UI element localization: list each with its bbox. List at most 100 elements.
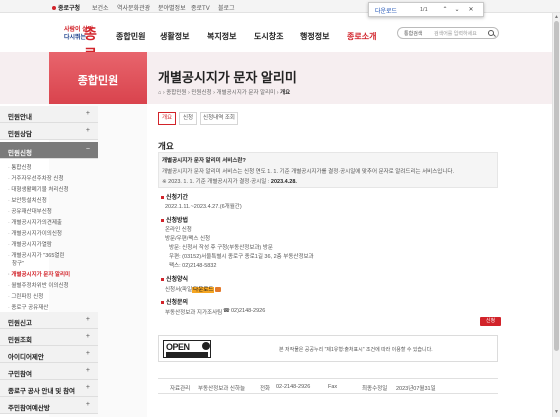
submenu-item[interactable]: 개별공시지가 "365열린 — [8, 251, 64, 259]
kogl-open-logo[interactable]: OPEN — [163, 340, 211, 358]
expand-icon: + — [85, 350, 90, 357]
find-prev-icon[interactable]: ⌃ — [441, 6, 449, 14]
period-heading: 신청기간 — [161, 192, 188, 201]
search-icon[interactable] — [488, 30, 494, 36]
menu-label: 민원조회 — [8, 337, 32, 344]
menu-participation[interactable]: 구민참여 + — [0, 363, 98, 380]
top-link-tv[interactable]: 종로TV — [191, 3, 210, 12]
breadcrumb-3[interactable]: 개별공시지가 문자 알리미 — [217, 90, 276, 96]
find-close-icon[interactable]: ✕ — [467, 6, 475, 14]
expand-icon: + — [85, 401, 90, 408]
menu-civil-report[interactable]: 민원신고 + — [0, 312, 98, 329]
scroll-thumb[interactable] — [554, 21, 559, 351]
page-scrollbar[interactable]: ▲ ▼ — [552, 13, 560, 417]
gnb-city[interactable]: 도시창조 — [254, 31, 283, 42]
intro-title: 개별공시지가 문자 알리미 서비스란? — [162, 158, 246, 164]
inquiry-phone: 02)2148-2926 — [231, 308, 266, 314]
menu-label: 민원안내 — [8, 114, 32, 121]
find-next-icon[interactable]: ⌄ — [453, 6, 461, 14]
find-query[interactable]: 다운로드 — [375, 6, 397, 15]
submenu-item[interactable]: 거주자우선주차장 신청 — [8, 174, 63, 182]
home-link[interactable]: 종로구청 — [52, 3, 80, 12]
open-license-box: OPEN 본 저작물은 공공누리 "제1유형:출처표시" 조건에 따라 이용할 … — [158, 335, 498, 362]
menu-civil-guide[interactable]: 민원안내 + — [0, 106, 98, 123]
tel-label: 전화 — [260, 386, 271, 392]
search-scope-select[interactable]: 통합검색 — [404, 30, 422, 37]
gnb-life[interactable]: 생활정보 — [160, 31, 189, 42]
menu-label: 민원신고 — [8, 320, 32, 327]
top-link-fields[interactable]: 분야별정보 — [158, 3, 186, 12]
method-item: 방문/우편/팩스 신청 — [165, 236, 211, 242]
submenu-item[interactable]: 보안등설치신청 — [8, 196, 46, 204]
submenu-item[interactable]: 그린파킹 신청 — [8, 292, 43, 300]
menu-label: 민원상담 — [8, 131, 32, 138]
hwp-file-icon — [215, 287, 222, 293]
submenu-item[interactable]: 공유재산대부신청 — [8, 207, 51, 215]
menu-construction[interactable]: 종로구 공사 안내 및 참여 + — [0, 380, 98, 397]
section-heading: 개요 — [158, 141, 174, 151]
method-item: 우편: (03152)서울특별시 종로구 종로1길 36, 2층 부동산정보과 — [169, 254, 314, 260]
tab-overview[interactable]: 개요 — [158, 112, 176, 125]
gnb-admin[interactable]: 행정정보 — [300, 31, 329, 42]
expand-icon: + — [85, 333, 90, 340]
apply-button[interactable]: 신청 — [480, 317, 501, 326]
sidebar-title: 종합민원 — [77, 75, 119, 87]
scroll-up-icon[interactable]: ▲ — [554, 14, 559, 20]
breadcrumb-current: 개요 — [280, 90, 291, 96]
phone-icon: ☎ — [223, 308, 230, 314]
submenu-item[interactable]: 월별주정차위반 이의신청 — [8, 281, 68, 289]
menu-idea[interactable]: 아이디어제안 + — [0, 346, 98, 363]
submenu-item[interactable]: 통합신청 — [8, 163, 31, 171]
submenu-item-active[interactable]: 개별공시지가 문자 알리미 — [8, 270, 70, 278]
license-badge-icon — [202, 342, 210, 350]
method-item: 온라인 신청 — [165, 227, 192, 233]
menu-label: 아이디어제안 — [8, 354, 44, 361]
inquiry-dept: 부동산정보과 지가조사팀 — [165, 310, 223, 316]
top-link-blog[interactable]: 블로그 — [218, 3, 235, 12]
breadcrumb-2[interactable]: 민원신청 — [191, 90, 211, 96]
submenu-item[interactable]: 대형생활폐기물 처리신청 — [8, 185, 68, 193]
tel-value: 02-2148-2926 — [276, 384, 311, 390]
find-count: 1/1 — [420, 7, 428, 13]
submenu-item[interactable]: 개별공시지가이의신청 — [8, 229, 62, 237]
menu-budget[interactable]: 주민참여예산방 + — [0, 397, 98, 414]
expand-icon: + — [85, 127, 90, 134]
updated-label: 최종수정일 — [362, 386, 388, 392]
intro-text: 개별공시지가 문자 알리미 서비스는 신청 연도 1. 1. 기준 개별공시지가… — [162, 169, 454, 175]
sidebar-title-box: 종합민원 — [49, 52, 147, 104]
download-link[interactable]: 다운로드 — [192, 287, 215, 293]
top-link-culture[interactable]: 역사문화관광 — [117, 3, 150, 12]
top-link-health[interactable]: 보건소 — [92, 3, 109, 12]
tab-apply[interactable]: 신청 — [179, 112, 197, 125]
submenu-item[interactable]: 개별공시지가열람 — [8, 240, 51, 248]
submenu-item-continued[interactable]: 창구" — [8, 259, 24, 267]
home-icon[interactable]: ⌂ — [158, 90, 161, 96]
submenu-item[interactable]: 개별공시지가의견제출 — [8, 218, 62, 226]
search-input[interactable]: 검색어를 입력하세요 — [434, 30, 477, 37]
fax-label: Fax — [328, 384, 338, 390]
menu-civil-apply[interactable]: 민원신청 − — [0, 142, 98, 159]
license-type-strip — [166, 352, 208, 357]
dept-value: 부동산정보과 신하늘 — [198, 386, 246, 392]
gnb-about[interactable]: 종로소개 — [347, 31, 376, 42]
form-download[interactable]: 신청서(파일다운로드 — [165, 285, 222, 293]
inquiry-heading: 신청문의 — [161, 297, 188, 306]
intro-note: ※ 2023. 1. 1. 기준 개별공시지가 결정·공시일 : 2023.4.… — [162, 179, 297, 185]
method-heading: 신청방법 — [161, 215, 188, 224]
find-in-page-bar: 다운로드 1/1 ⌃ ⌄ ✕ — [368, 2, 484, 17]
menu-civil-consult[interactable]: 민원상담 + — [0, 123, 98, 140]
gnb-civil[interactable]: 종합민원 — [116, 31, 145, 42]
gnb-welfare[interactable]: 복지정보 — [207, 31, 236, 42]
collapse-icon: − — [85, 146, 90, 153]
submenu-item[interactable]: 종로구 공유재산 — [8, 303, 48, 311]
menu-label: 주민참여예산방 — [8, 405, 50, 412]
dept-label: 자료관리 — [170, 386, 191, 392]
tab-history[interactable]: 신청내역 조회 — [200, 112, 238, 125]
menu-civil-lookup[interactable]: 민원조회 + — [0, 329, 98, 346]
site-logo[interactable]: 사람이 살맛 다시뛰는 종로 — [64, 24, 104, 62]
breadcrumb-1[interactable]: 종합민원 — [166, 90, 186, 96]
form-heading: 신청양식 — [161, 274, 188, 283]
scroll-down-icon[interactable]: ▼ — [554, 409, 559, 415]
page-title: 개별공시지가 문자 알리미 — [158, 70, 297, 85]
menu-label: 구민참여 — [8, 371, 32, 378]
